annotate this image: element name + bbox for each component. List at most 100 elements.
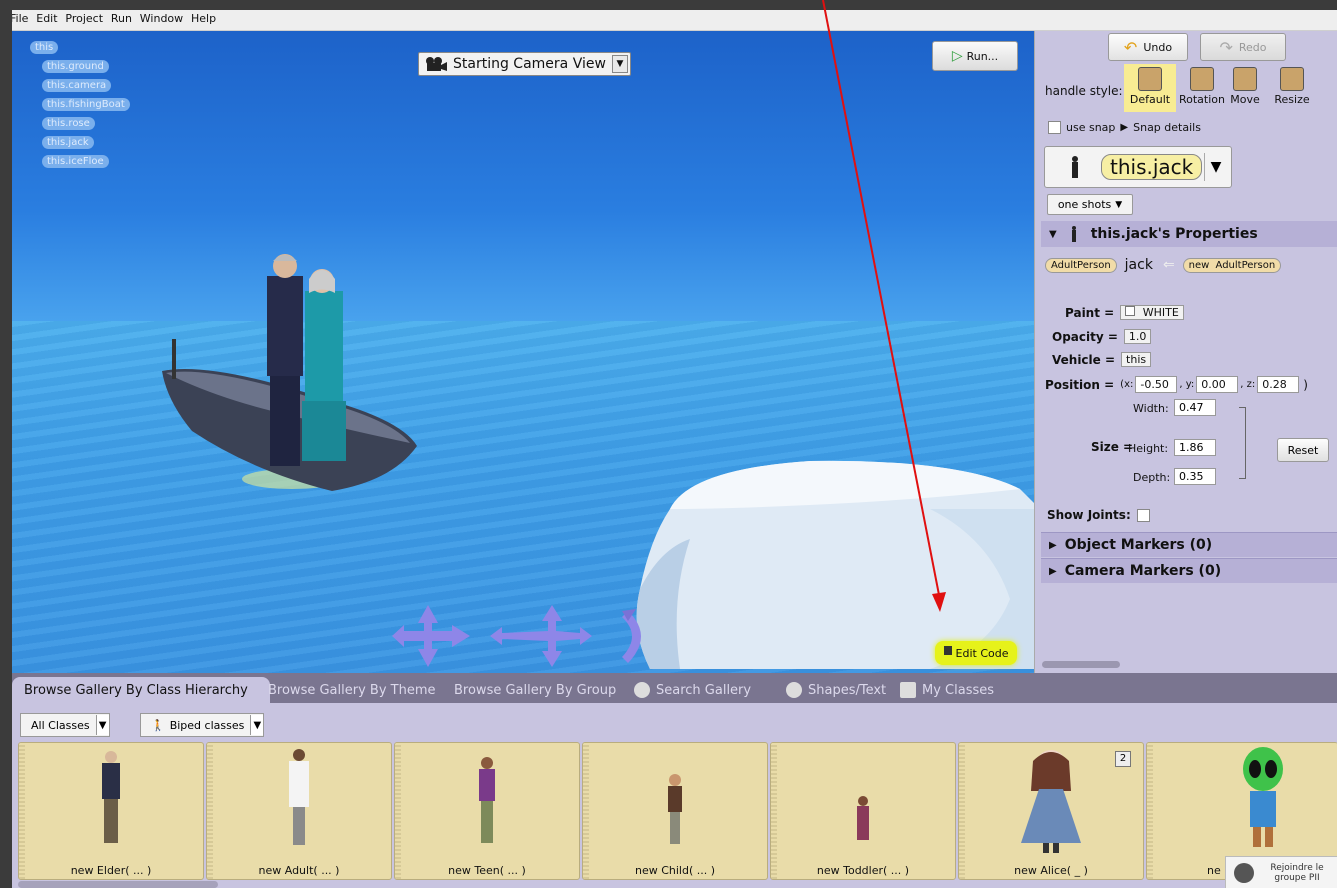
gallery-card-toddler[interactable]: new Toddler( ... ) xyxy=(770,742,956,880)
position-x-label: (x: xyxy=(1120,379,1134,390)
menu-window[interactable]: Window xyxy=(140,10,187,25)
tab-my-classes[interactable]: My Classes xyxy=(888,677,1006,703)
handle-style-rotation[interactable]: Rotation xyxy=(1176,64,1228,112)
undo-button[interactable]: ↶ Undo xyxy=(1108,33,1188,61)
menu-help[interactable]: Help xyxy=(191,10,220,25)
tab-search[interactable]: Search Gallery xyxy=(622,677,763,703)
position-z-field[interactable]: 0.28 xyxy=(1257,376,1300,393)
properties-header[interactable]: ▼ this.jack's Properties xyxy=(1041,221,1337,247)
scene-tree-root[interactable]: this xyxy=(30,41,59,54)
adult-figure xyxy=(289,749,309,845)
opacity-value[interactable]: 1.0 xyxy=(1123,329,1152,344)
tab-group[interactable]: Browse Gallery By Group xyxy=(442,677,628,703)
chevron-down-icon: ▼ xyxy=(250,715,264,735)
scene-tree-item[interactable]: this.jack xyxy=(42,136,94,149)
paint-label: Paint = xyxy=(1065,305,1115,320)
gallery-card-alice[interactable]: 2 new Alice( _ ) xyxy=(958,742,1144,880)
rotation-handle-icon xyxy=(1190,67,1214,91)
fishing-boat-model[interactable] xyxy=(152,231,432,516)
show-joints-checkbox[interactable] xyxy=(1136,508,1150,522)
use-snap-checkbox[interactable] xyxy=(1048,121,1061,134)
reset-size-button[interactable]: Reset xyxy=(1277,438,1329,462)
biped-classes-dropdown[interactable]: 🚶 Biped classes ▼ xyxy=(140,713,265,737)
depth-label: Depth: xyxy=(1133,471,1171,484)
search-icon xyxy=(634,682,650,698)
handle-style-label-move: Move xyxy=(1230,93,1260,106)
white-swatch-icon xyxy=(1125,306,1136,316)
position-close-paren: ) xyxy=(1303,377,1308,392)
handle-style-default[interactable]: Default xyxy=(1124,64,1176,112)
scene-tree-item[interactable]: this.iceFloe xyxy=(42,155,109,168)
handle-style-resize[interactable]: Resize xyxy=(1267,64,1317,112)
person-icon xyxy=(1071,226,1076,242)
camera-view-label: Starting Camera View xyxy=(453,56,606,72)
gallery-scrollbar[interactable] xyxy=(18,881,218,888)
depth-field[interactable]: 0.35 xyxy=(1174,468,1216,485)
join-group-popup[interactable]: Rejoindre le groupe PII xyxy=(1225,856,1337,888)
elder-figure xyxy=(102,751,120,843)
declaration-row: AdultPerson jack ⇐ new AdultPerson xyxy=(1045,257,1282,273)
filter-label: Biped classes xyxy=(169,718,245,732)
vehicle-value[interactable]: this xyxy=(1121,352,1152,367)
run-button[interactable]: ▷ Run... xyxy=(932,41,1018,71)
opacity-label: Opacity = xyxy=(1052,329,1118,344)
gallery-card-elder[interactable]: new Elder( ... ) xyxy=(18,742,204,880)
height-label: Height: xyxy=(1128,442,1169,455)
camera-markers-section[interactable]: ▶ Camera Markers (0) xyxy=(1041,558,1337,583)
edit-code-button[interactable]: Edit Code xyxy=(935,641,1017,665)
menu-project[interactable]: Project xyxy=(65,10,107,25)
undo-label: Undo xyxy=(1143,40,1173,54)
scene-tree-item[interactable]: this.ground xyxy=(42,60,109,73)
width-field[interactable]: 0.47 xyxy=(1174,399,1216,416)
handle-style-label-resize: Resize xyxy=(1274,93,1310,106)
show-joints-row: Show Joints: xyxy=(1047,508,1155,522)
tab-shapes-text[interactable]: Shapes/Text xyxy=(774,677,898,703)
scene-tree-item[interactable]: this.camera xyxy=(42,79,112,92)
reset-label: Reset xyxy=(1287,443,1319,457)
tab-label: Browse Gallery By Theme xyxy=(268,682,436,698)
scene-tree-item[interactable]: this.fishingBoat xyxy=(42,98,130,111)
position-x-field[interactable]: -0.50 xyxy=(1135,376,1178,393)
width-label: Width: xyxy=(1133,402,1169,415)
scene-view[interactable]: this this.ground this.camera this.fishin… xyxy=(12,31,1034,673)
arrow-left-icon: ⇐ xyxy=(1162,257,1175,273)
scene-tree-item[interactable]: this.rose xyxy=(42,117,95,130)
gallery-card-teen[interactable]: new Teen( ... ) xyxy=(394,742,580,880)
object-markers-section[interactable]: ▶ Object Markers (0) xyxy=(1041,532,1337,557)
gallery-tabs: Browse Gallery By Class Hierarchy Browse… xyxy=(12,673,1337,703)
menu-file[interactable]: File xyxy=(12,10,32,25)
handle-style-move[interactable]: Move xyxy=(1223,64,1267,112)
snap-details-label[interactable]: Snap details xyxy=(1133,121,1201,134)
chevron-down-icon[interactable]: ▼ xyxy=(611,55,628,73)
gallery-card-child[interactable]: new Child( ... ) xyxy=(582,742,768,880)
redo-button[interactable]: ↷ Redo xyxy=(1200,33,1286,61)
tab-theme[interactable]: Browse Gallery By Theme xyxy=(256,677,447,703)
use-snap-label: use snap xyxy=(1066,121,1116,134)
one-shots-button[interactable]: one shots ▼ xyxy=(1047,194,1133,215)
object-markers-label: Object Markers (0) xyxy=(1064,537,1213,553)
menu-edit[interactable]: Edit xyxy=(36,10,61,25)
tab-class-hierarchy[interactable]: Browse Gallery By Class Hierarchy xyxy=(12,677,270,703)
position-z-label: , z: xyxy=(1240,379,1256,390)
biped-icon: 🚶 xyxy=(151,718,165,732)
panel-scrollbar[interactable] xyxy=(1042,661,1120,668)
drag-grip xyxy=(583,743,589,879)
menu-run[interactable]: Run xyxy=(111,10,136,25)
all-classes-dropdown[interactable]: All Classes ▼ xyxy=(20,713,110,737)
type-pill: AdultPerson xyxy=(1045,257,1117,273)
paint-value[interactable]: WHITE xyxy=(1120,305,1184,320)
manipulation-handles[interactable] xyxy=(392,605,652,667)
selected-object-dropdown[interactable]: this.jack ▼ xyxy=(1044,146,1232,188)
new-expression-pill[interactable]: new AdultPerson xyxy=(1182,257,1282,273)
tab-label: Search Gallery xyxy=(656,682,752,698)
height-field[interactable]: 1.86 xyxy=(1174,439,1216,456)
camera-view-select[interactable]: Starting Camera View ▼ xyxy=(418,52,631,76)
triangle-right-icon[interactable]: ▶ xyxy=(1120,122,1128,133)
chevron-down-icon[interactable]: ▼ xyxy=(1204,153,1227,181)
aspect-lock-bracket[interactable] xyxy=(1239,407,1246,479)
position-y-field[interactable]: 0.00 xyxy=(1196,376,1239,393)
gallery-card-adult[interactable]: new Adult( ... ) xyxy=(206,742,392,880)
handle-style-label-rotation: Rotation xyxy=(1178,93,1225,106)
drag-grip xyxy=(771,743,777,879)
ice-floe-model[interactable] xyxy=(630,449,1034,669)
